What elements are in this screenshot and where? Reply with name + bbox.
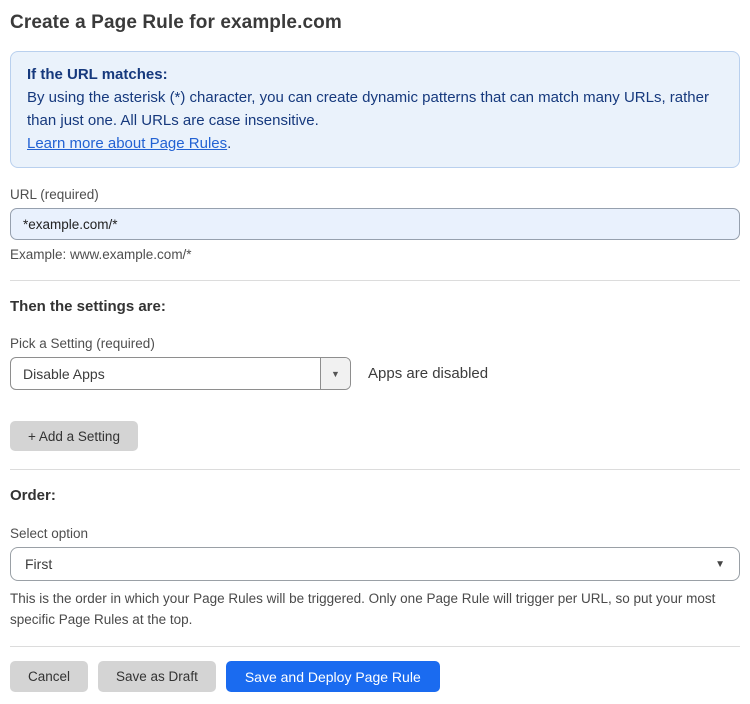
info-box-body: By using the asterisk (*) character, you… (27, 89, 709, 129)
caret-down-icon: ▼ (715, 558, 725, 570)
divider (10, 469, 740, 470)
order-select-label: Select option (10, 526, 89, 541)
save-deploy-button[interactable]: Save and Deploy Page Rule (225, 661, 440, 692)
url-example-hint: Example: www.example.com/* (10, 247, 192, 262)
page-title: Create a Page Rule for example.com (10, 12, 342, 33)
learn-more-link[interactable]: Learn more about Page Rules (27, 135, 227, 152)
url-field-label: URL (required) (10, 187, 99, 202)
url-input[interactable] (10, 208, 740, 240)
order-select-value: First (25, 556, 53, 572)
setting-status-text: Apps are disabled (368, 365, 489, 382)
caret-down-icon[interactable]: ▼ (320, 358, 350, 389)
link-suffix: . (227, 135, 232, 152)
order-help-text: This is the order in which your Page Rul… (10, 591, 716, 627)
divider (10, 646, 740, 647)
add-setting-button[interactable]: + Add a Setting (10, 421, 138, 451)
pick-setting-label: Pick a Setting (required) (10, 336, 155, 351)
footer-actions: Cancel Save as Draft Save and Deploy Pag… (10, 661, 740, 692)
save-draft-button[interactable]: Save as Draft (98, 661, 216, 692)
setting-select[interactable]: Disable Apps ▼ (10, 357, 351, 390)
setting-select-value: Disable Apps (23, 365, 105, 382)
order-section-heading: Order: (10, 487, 56, 504)
cancel-button[interactable]: Cancel (10, 661, 89, 692)
settings-section-heading: Then the settings are: (10, 298, 166, 315)
page-rule-form: Create a Page Rule for example.com If th… (0, 0, 750, 704)
info-box-link-line: Learn more about Page Rules. (27, 132, 723, 155)
divider (10, 280, 740, 281)
setting-row: Disable Apps ▼ Apps are disabled (10, 357, 740, 390)
url-match-info-box: If the URL matches: By using the asteris… (10, 51, 740, 168)
order-select[interactable]: First ▼ (10, 547, 740, 581)
info-box-heading: If the URL matches: (27, 66, 168, 83)
